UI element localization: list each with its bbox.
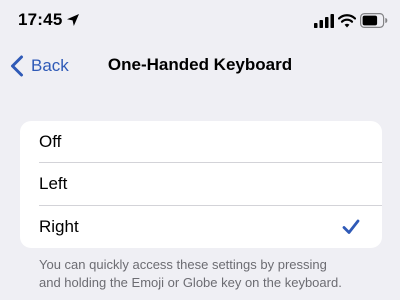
page-title: One-Handed Keyboard bbox=[107, 55, 293, 74]
status-bar: 17:45 bbox=[0, 0, 400, 42]
option-label: Left bbox=[39, 174, 68, 194]
footer-note: You can quickly access these settings by… bbox=[39, 256, 384, 292]
status-time: 17:45 bbox=[18, 10, 63, 29]
option-left[interactable]: Left bbox=[20, 163, 382, 206]
footer-line-2: and holding the Emoji or Globe key on th… bbox=[39, 275, 342, 290]
option-label: Right bbox=[39, 216, 79, 236]
cellular-signal-icon bbox=[314, 14, 334, 28]
location-arrow-icon bbox=[67, 14, 79, 26]
option-label: Off bbox=[39, 132, 62, 152]
settings-screen: 17:45 Back One-Handed Keyboard Off Left … bbox=[0, 0, 400, 300]
keyboard-mode-options: Off Left Right bbox=[20, 121, 382, 248]
battery-icon bbox=[360, 13, 388, 28]
navigation-bar: Back One-Handed Keyboard bbox=[0, 42, 400, 90]
wifi-icon bbox=[338, 14, 356, 28]
option-right[interactable]: Right bbox=[20, 206, 382, 248]
checkmark-icon bbox=[342, 219, 360, 234]
option-off[interactable]: Off bbox=[20, 121, 382, 164]
footer-line-1: You can quickly access these settings by… bbox=[39, 257, 327, 272]
